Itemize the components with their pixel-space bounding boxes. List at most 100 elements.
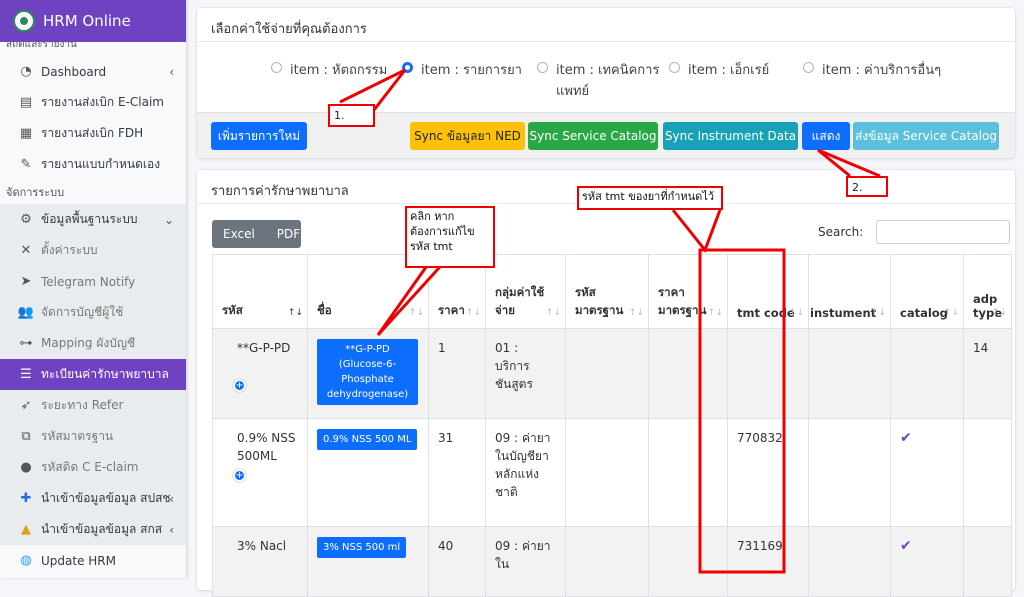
sidebar-item-telegram[interactable]: ➤ Telegram Notify [0,266,186,297]
col-header-std-price[interactable]: ราคามาตรฐาน ↑↓ [648,254,728,329]
sidebar-item-dashboard[interactable]: ◔ Dashboard ‹ [0,56,186,87]
annotation-step-2: 2. [846,176,888,197]
cell-tmt-code: 770832 [727,418,809,527]
cell-price: 1 [428,328,486,419]
sync-instrument-button[interactable]: Sync Instrument Data [663,122,798,150]
radio-procedure[interactable]: item : หัตถกรรม [271,59,387,80]
chevron-left-icon: ‹ [169,64,174,79]
sidebar-item-import-chi[interactable]: ▲ นำเข้าข้อมูลข้อมูล สกส ‹ [0,514,186,545]
filter-card: เลือกค่าใช้จ่ายที่คุณต้องการ item : หัตถ… [197,8,1015,158]
update-globe-icon: ◍ [20,553,32,568]
edit-tmt-name-button[interactable]: 0.9% NSS 500 ML [317,429,418,450]
list-icon: ☰ [20,367,32,382]
edit-tmt-name-button[interactable]: **G-P-PD (Glucose-6-Phosphate dehydrogen… [317,339,418,405]
sort-icon: ↑↓ [545,308,561,318]
sidebar-item-settings[interactable]: ✕ ตั้งค่าระบบ [0,235,186,266]
cell-adp-type: 14 [963,328,1012,419]
cell-instrument [808,418,891,527]
expand-row-icon[interactable]: + [233,379,246,392]
sidebar-item-user-accounts[interactable]: 👥 จัดการบัญชีผู้ใช้ [0,297,186,328]
radio-icon[interactable] [537,62,548,73]
sidebar-item-fdh-report[interactable]: ▦ รายงานส่งเบิก FDH [0,118,186,149]
export-pdf-button[interactable]: PDF [266,227,311,241]
show-button[interactable]: แสดง [802,122,850,150]
sort-icon: ↑↓ [628,308,644,318]
medical-fees-card: รายการค่ารักษาพยาบาล Excel PDF Search: ร… [197,170,1015,597]
cell-adp-type [963,526,1012,597]
sidebar-item-eclaim-report[interactable]: ▤ รายงานส่งเบิก E-Claim [0,87,186,118]
users-gear-icon: ⚙ [20,212,32,227]
annotation-click-note: คลิก หากต้องการแก้ไขรหัส tmt [405,206,495,268]
chi-icon: ▲ [21,522,31,537]
telegram-icon: ➤ [20,274,32,289]
cell-catalog: ✔ [890,526,964,597]
brand[interactable]: HRM Online [0,0,186,42]
sidebar-group-basic-data[interactable]: ⚙ ข้อมูลพื้นฐานระบบ ⌄ [0,204,186,235]
radio-icon[interactable] [669,62,680,73]
radio-icon[interactable] [271,62,282,73]
col-header-instrument[interactable]: instument ↑↓ [808,254,891,329]
search-label: Search: [818,225,864,239]
sync-ned-button[interactable]: Sync ข้อมูลยา NED [410,122,525,150]
medical-fees-table: รหัส ↑↓ ชื่อ ↑↓ ราคา ↑↓ กลุ่มค่าใช้จ่าย ↑↓ ร… [212,254,1012,597]
sync-service-catalog-button[interactable]: Sync Service Catalog [528,122,658,150]
radio-drug-list[interactable]: item : รายการยา [402,59,522,80]
add-item-button[interactable]: เพิ่มรายการใหม่ [211,122,307,150]
cell-expense-group: 09 : ค่ายาใน [485,526,566,597]
table-row: **G-P-PD + **G-P-PD (Glucose-6-Phosphate … [212,328,1012,419]
sort-icon: ↑↓ [870,308,886,318]
sidebar-item-mapping[interactable]: ⊶ Mapping ผังบัญชี [0,328,186,359]
col-header-std-code[interactable]: รหัสมาตรฐาน ↑↓ [565,254,649,329]
cell-catalog: ✔ [890,418,964,527]
sidebar-item-update-hrm[interactable]: ◍ Update HRM [0,545,186,576]
alert-circle-icon: ● [20,460,32,475]
cell-instrument [808,526,891,597]
col-header-adp-type[interactable]: adp type ↑↓ [963,254,1012,329]
cell-instrument [808,328,891,419]
sidebar-item-custom-report[interactable]: ✎ รายงานแบบกำหนดเอง [0,149,186,180]
check-icon: ✔ [900,538,912,554]
sort-icon: ↑↓ [465,308,481,318]
tools-icon: ✕ [20,243,32,258]
col-header-expense-group[interactable]: กลุ่มค่าใช้จ่าย ↑↓ [485,254,566,329]
sidebar-item-refer-distance[interactable]: ➶ ระยะทาง Refer [0,390,186,421]
radio-xray[interactable]: item : เอ็กเรย์ [669,59,769,80]
search-input[interactable] [876,220,1010,244]
sitemap-icon: ⊶ [19,336,33,351]
cell-expense-group: 01 : บริการชันสูตร [485,328,566,419]
cell-adp-type [963,418,1012,527]
export-excel-button[interactable]: Excel [212,227,266,241]
edit-tmt-name-button[interactable]: 3% NSS 500 ml [317,537,407,558]
users-icon: 👥 [17,305,35,320]
cell-std-price [648,526,728,597]
sort-icon: ↑↓ [943,308,959,318]
cell-name: 0.9% NSS 500 ML [307,418,429,527]
sort-icon: ↑↓ [788,308,804,318]
sidebar-item-import-nhso[interactable]: ✚ นำเข้าข้อมูลข้อมูล สปสช ‹ [0,483,186,514]
radio-other-services[interactable]: item : ค่าบริการอื่นๆ [803,59,941,80]
table-row: 3% Nacl 3% NSS 500 ml 40 09 : ค่ายาใน 73… [212,526,1012,597]
send-service-catalog-button[interactable]: ส่งข้อมูล Service Catalog [853,122,999,150]
chevron-left-icon: ‹ [169,491,174,506]
sidebar-cut-label: สถิติและรายงาน [6,42,77,50]
expand-row-icon[interactable]: + [233,469,246,482]
sidebar-item-eclaim-c-codes[interactable]: ● รหัสติด C E-claim [0,452,186,483]
cell-code: **G-P-PD + [212,328,308,419]
sidebar-item-medical-fees[interactable]: ☰ ทะเบียนค่ารักษาพยาบาล [0,359,186,390]
table-row: 0.9% NSS 500ML + 0.9% NSS 500 ML 31 09 : … [212,418,1012,527]
action-button-bar: เพิ่มรายการใหม่ Sync ข้อมูลยา NED Sync S… [197,112,1015,158]
sidebar-item-standard-codes[interactable]: ⧉ รหัสมาตรฐาน [0,421,186,452]
annotation-tmt-note: รหัส tmt ของยาที่กำหนดไว้ [577,186,723,210]
dashboard-icon: ◔ [20,64,32,79]
radio-checked-icon[interactable] [402,62,413,73]
col-header-code[interactable]: รหัส ↑↓ [212,254,308,329]
col-header-catalog[interactable]: catalog ↑↓ [890,254,964,329]
radio-icon[interactable] [803,62,814,73]
col-header-tmt-code[interactable]: tmt code ↑↓ [727,254,809,329]
moph-logo-icon [13,10,35,32]
radio-medical-technique[interactable]: item : เทคนิคการแพทย์ [537,59,667,101]
cell-tmt-code [727,328,809,419]
cell-price: 40 [428,526,486,597]
cell-std-price [648,418,728,527]
main-content: เลือกค่าใช้จ่ายที่คุณต้องการ item : หัตถ… [186,0,1024,597]
